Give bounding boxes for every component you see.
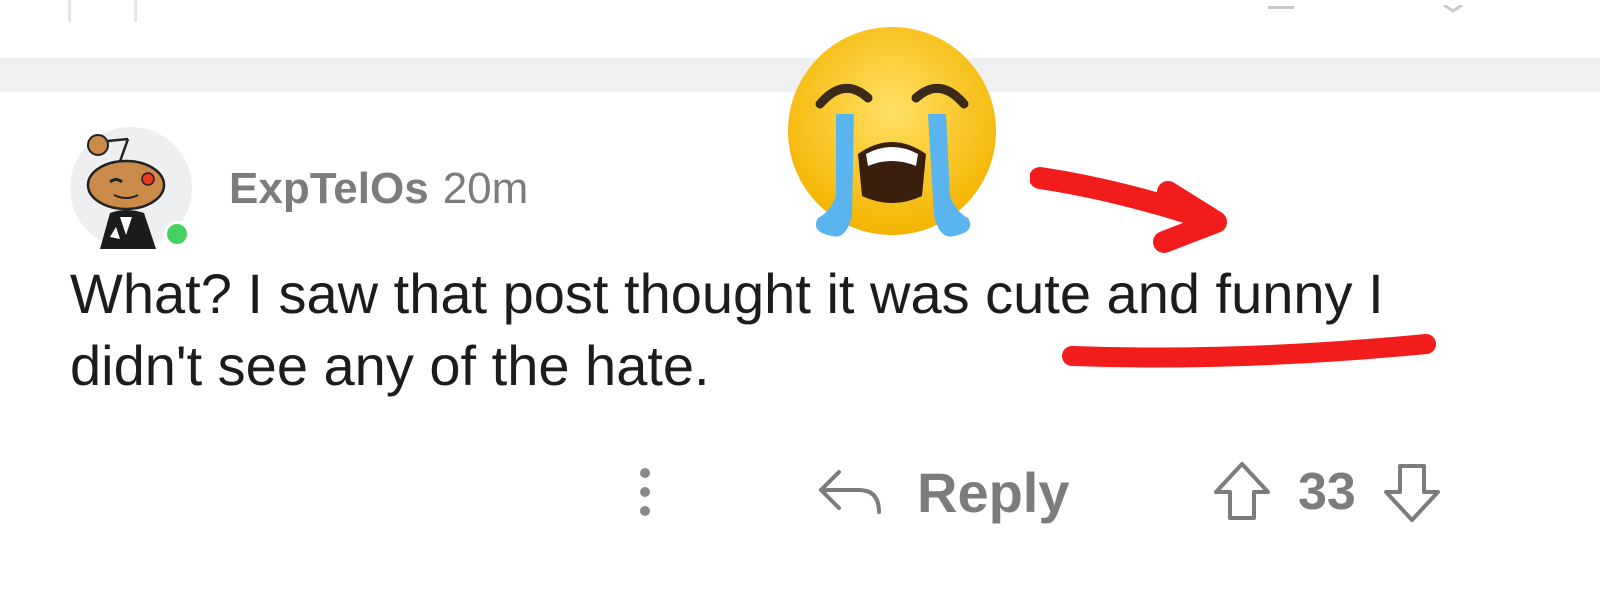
reply-arrow-icon — [819, 470, 881, 514]
chevron-down-icon[interactable] — [1440, 0, 1466, 13]
reply-button[interactable]: Reply — [815, 452, 1070, 532]
downvote-arrow-icon[interactable] — [1380, 460, 1444, 524]
reply-label: Reply — [917, 460, 1070, 524]
more-vertical-icon — [640, 506, 650, 516]
vote-controls: 33 — [1210, 452, 1444, 532]
timestamp: 20m — [442, 164, 529, 213]
online-status-dot — [164, 221, 190, 247]
collapse-icon[interactable] — [1268, 0, 1294, 9]
more-vertical-icon — [640, 468, 650, 478]
more-options-button[interactable] — [620, 452, 670, 532]
crying-face-icon — [780, 26, 1002, 246]
comment-body-line: What? I saw that post thought it was cut… — [70, 262, 1384, 325]
username[interactable]: ExpTelOs — [229, 164, 429, 214]
upvote-arrow-icon[interactable] — [1210, 460, 1274, 524]
red-arrow-annotation — [1030, 167, 1227, 253]
red-underline-annotation — [1062, 334, 1436, 368]
more-vertical-icon — [640, 487, 650, 497]
comment-actions: Reply 33 — [0, 452, 1600, 532]
thread-line — [134, 0, 137, 22]
comment-meta: ExpTelOs 20m — [229, 164, 528, 214]
thread-line — [68, 0, 71, 22]
vote-score: 33 — [1298, 463, 1356, 521]
comment-body-line: didn't see any of the hate. — [70, 334, 710, 397]
